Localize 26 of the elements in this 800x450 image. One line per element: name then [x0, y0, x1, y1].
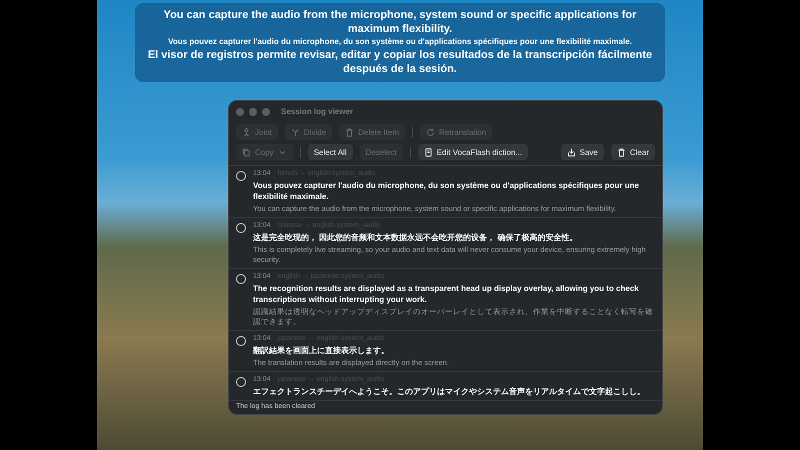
caption-text: El visor de registros permite revisar, editar y copiar los resultados de la transcripción fácilmente después de la sesión.	[146, 48, 654, 76]
original-text: The recognition results are displayed as a transparent head up display overlay, allowing you to check transcriptions without interrupting your work.	[253, 283, 640, 305]
original-text: 这是完全吃现的， 因此您的音频和文本数据永远不会吃开您的设备， 确保了极高的安全性。	[253, 232, 578, 243]
select-radio[interactable]	[236, 336, 246, 346]
toolbar-button[interactable]: Select All	[308, 144, 353, 160]
window-title: Session log viewer	[281, 107, 354, 116]
select-radio[interactable]	[236, 223, 246, 233]
toolbar-button[interactable]: Clear	[610, 144, 655, 160]
toolbar-button[interactable]: Edit VocaFlash diction...	[418, 144, 528, 160]
original-text: エフェクトランスチーデイへようこそ。このアプリはマイクやシステム音声をリアルタイムで文字起こしし。	[253, 386, 646, 397]
refresh-icon	[426, 128, 436, 136]
copy-icon	[242, 148, 251, 156]
trash-icon	[616, 148, 626, 156]
caption-text: You can capture the audio from the microphone, system sound or specific applications for maximum flexibility.	[162, 8, 638, 36]
save-icon	[566, 148, 576, 156]
person-icon	[242, 128, 251, 136]
select-radio[interactable]	[236, 274, 246, 284]
caption-text: Vous pouvez capturer l'audio du microphone, du son système ou d'applications spécifiques pour une flexibilité maximale.	[167, 36, 633, 48]
select-radio[interactable]	[236, 171, 246, 181]
trash-icon	[345, 128, 354, 136]
toolbar-button[interactable]: Save	[560, 144, 604, 160]
select-radio[interactable]	[236, 377, 246, 387]
original-text: Vous pouvez capturer l'audio du microphone, du son système ou d'applications spécifiques pour une flexibilité maximale.	[253, 180, 640, 202]
book-icon	[424, 148, 433, 156]
original-text: 翻訳結果を画面上に直接表示します。	[253, 345, 390, 356]
split-icon	[290, 128, 300, 136]
